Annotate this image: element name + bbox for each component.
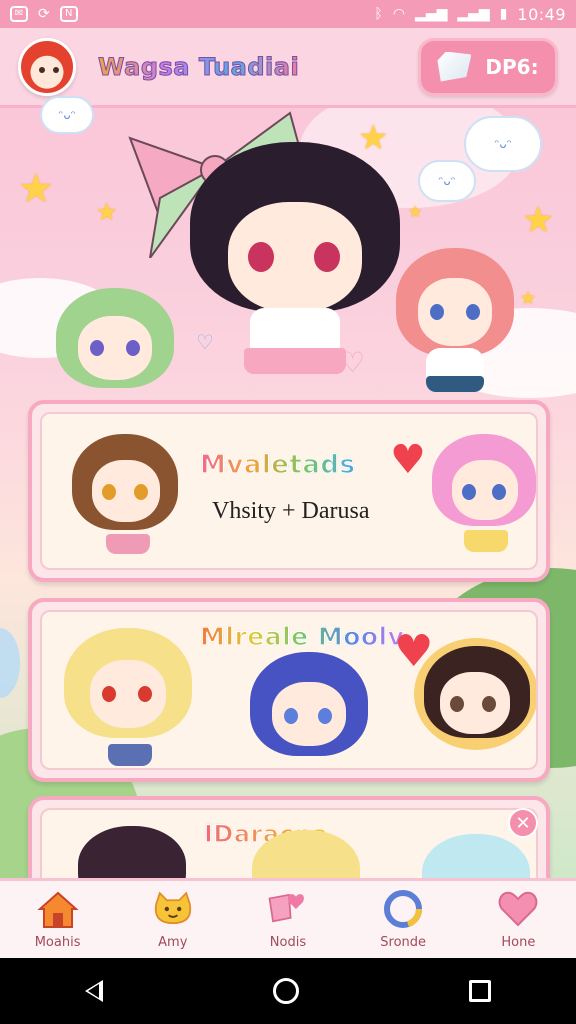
- close-icon[interactable]: ✕: [508, 808, 538, 838]
- cloud-face-icon: ᵔᴗᵔ: [418, 160, 476, 202]
- message-icon: ✉: [10, 6, 28, 22]
- pink-cat-character: [432, 434, 536, 564]
- system-navigation-bar: [0, 958, 576, 1024]
- nav-label: Nodis: [269, 935, 307, 950]
- ring-icon: [381, 889, 425, 929]
- wifi-icon: ◠: [392, 6, 406, 22]
- recent-apps-icon[interactable]: [469, 980, 491, 1002]
- home-circle-icon[interactable]: [273, 978, 299, 1004]
- signal-icon: ▂▄▆: [415, 6, 448, 22]
- star-icon: ★: [18, 166, 54, 212]
- nav-item-nodis[interactable]: Nodis: [238, 889, 338, 950]
- star-icon: ★: [522, 200, 555, 241]
- card-1-panel: Mvaletads Vhsity + Darusa ♥: [40, 412, 538, 570]
- feature-card-1[interactable]: Mvaletads Vhsity + Darusa ♥: [28, 400, 550, 582]
- status-left: ✉ ⟳ N: [10, 6, 78, 22]
- heart-icon: ♥: [390, 437, 426, 483]
- nav-item-amy[interactable]: Amy: [123, 889, 223, 950]
- cloud-face-icon: ᵔᴗᵔ: [464, 116, 542, 172]
- card-1-title: Mvaletads: [199, 449, 356, 480]
- app-title: Wagsa Tuadiai: [97, 52, 300, 81]
- star-icon: ★: [520, 288, 537, 309]
- nav-item-hone[interactable]: Hone: [468, 889, 568, 950]
- heart-icon: ♡: [196, 330, 214, 354]
- nav-item-sronde[interactable]: Sronde: [353, 889, 453, 950]
- card-2-panel: Mlreale Moolv ♥: [40, 610, 538, 770]
- cloud-face-icon: ᵔᴗᵔ: [40, 96, 94, 134]
- notification-n-icon: N: [59, 6, 78, 22]
- signal-icon-2: ▂▄▆: [457, 6, 490, 22]
- battery-icon: ▮: [499, 6, 508, 22]
- hero-banner: ★ ★ ★ ★ ★ ★ ᵔᴗᵔ ᵔᴗᵔ ᵔᴗᵔ ♡ ♡: [0, 96, 576, 400]
- bottom-navigation: Moahis Amy Nodis Sronde Hone: [0, 878, 576, 958]
- blonde-character: [64, 628, 194, 768]
- hearts-icon: [266, 889, 310, 929]
- home-icon: [36, 889, 80, 929]
- nav-label: Sronde: [380, 935, 427, 950]
- nav-label: Amy: [158, 935, 188, 950]
- cat-face-icon: [151, 889, 195, 929]
- feature-card-2[interactable]: Mlreale Moolv ♥: [28, 598, 550, 782]
- blue-hair-character: [250, 652, 370, 768]
- nav-label: Hone: [501, 935, 536, 950]
- dark-hair-character: [410, 638, 536, 768]
- heart-icon: ♡: [340, 346, 366, 379]
- nav-item-home[interactable]: Moahis: [8, 889, 108, 950]
- bluetooth-icon: ᛒ: [374, 6, 383, 22]
- main-character: [190, 142, 400, 392]
- avatar[interactable]: [18, 37, 76, 96]
- gem-label: DP6:: [485, 54, 539, 79]
- pink-hair-character: [396, 248, 516, 398]
- gem-icon: [437, 51, 472, 82]
- sync-icon: ⟳: [38, 6, 50, 22]
- status-time: 10:49: [517, 4, 566, 24]
- card-2-title: Mlreale Moolv: [199, 621, 405, 651]
- nav-label: Moahis: [34, 935, 81, 950]
- card-1-subtitle: Vhsity + Darusa: [212, 498, 370, 524]
- brown-hair-character: [72, 434, 182, 564]
- chat-heart-icon: [496, 889, 540, 929]
- status-bar: ✉ ⟳ N ᛒ ◠ ▂▄▆ ▂▄▆ ▮ 10:49: [0, 0, 576, 28]
- back-icon[interactable]: [85, 980, 103, 1002]
- star-icon: ★: [96, 198, 118, 226]
- gem-button[interactable]: DP6:: [418, 37, 558, 96]
- balloon: [0, 628, 20, 698]
- star-icon: ★: [408, 202, 423, 221]
- app-header: Wagsa Tuadiai DP6:: [0, 28, 576, 108]
- green-hair-character: [56, 288, 176, 400]
- status-right: ᛒ ◠ ▂▄▆ ▂▄▆ ▮ 10:49: [374, 5, 566, 24]
